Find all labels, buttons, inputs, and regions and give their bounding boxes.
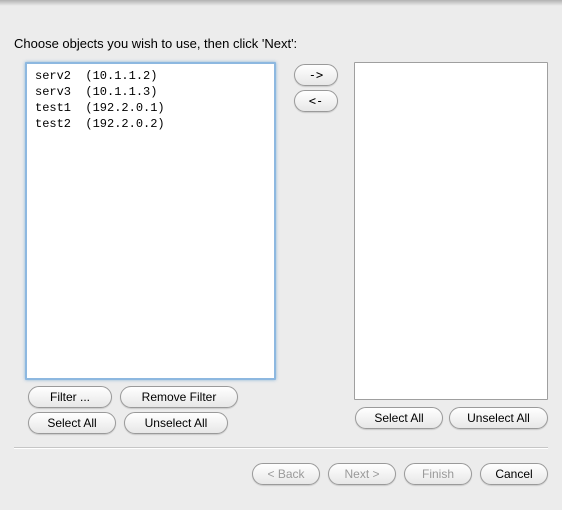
available-object-item[interactable]: serv3 (10.1.1.3) [35,84,266,100]
cancel-button[interactable]: Cancel [480,463,548,485]
unselect-all-right-button[interactable]: Unselect All [449,407,548,429]
filter-button[interactable]: Filter ... [28,386,112,408]
next-button[interactable]: Next > [328,463,396,485]
wizard-button-row: < Back Next > Finish Cancel [252,463,548,485]
selected-objects-list[interactable] [354,62,548,400]
select-all-right-button[interactable]: Select All [355,407,443,429]
move-right-button[interactable]: -> [294,64,338,86]
available-object-item[interactable]: test1 (192.2.0.1) [35,100,266,116]
separator [14,447,548,449]
move-left-button[interactable]: <- [294,90,338,112]
unselect-all-left-button[interactable]: Unselect All [124,412,228,434]
select-all-left-button[interactable]: Select All [28,412,116,434]
available-objects-list[interactable]: serv2 (10.1.1.2)serv3 (10.1.1.3)test1 (1… [25,62,276,380]
available-object-item[interactable]: serv2 (10.1.1.2) [35,68,266,84]
available-object-item[interactable]: test2 (192.2.0.2) [35,116,266,132]
instruction-text: Choose objects you wish to use, then cli… [14,36,297,51]
finish-button[interactable]: Finish [404,463,472,485]
remove-filter-button[interactable]: Remove Filter [120,386,238,408]
back-button[interactable]: < Back [252,463,320,485]
